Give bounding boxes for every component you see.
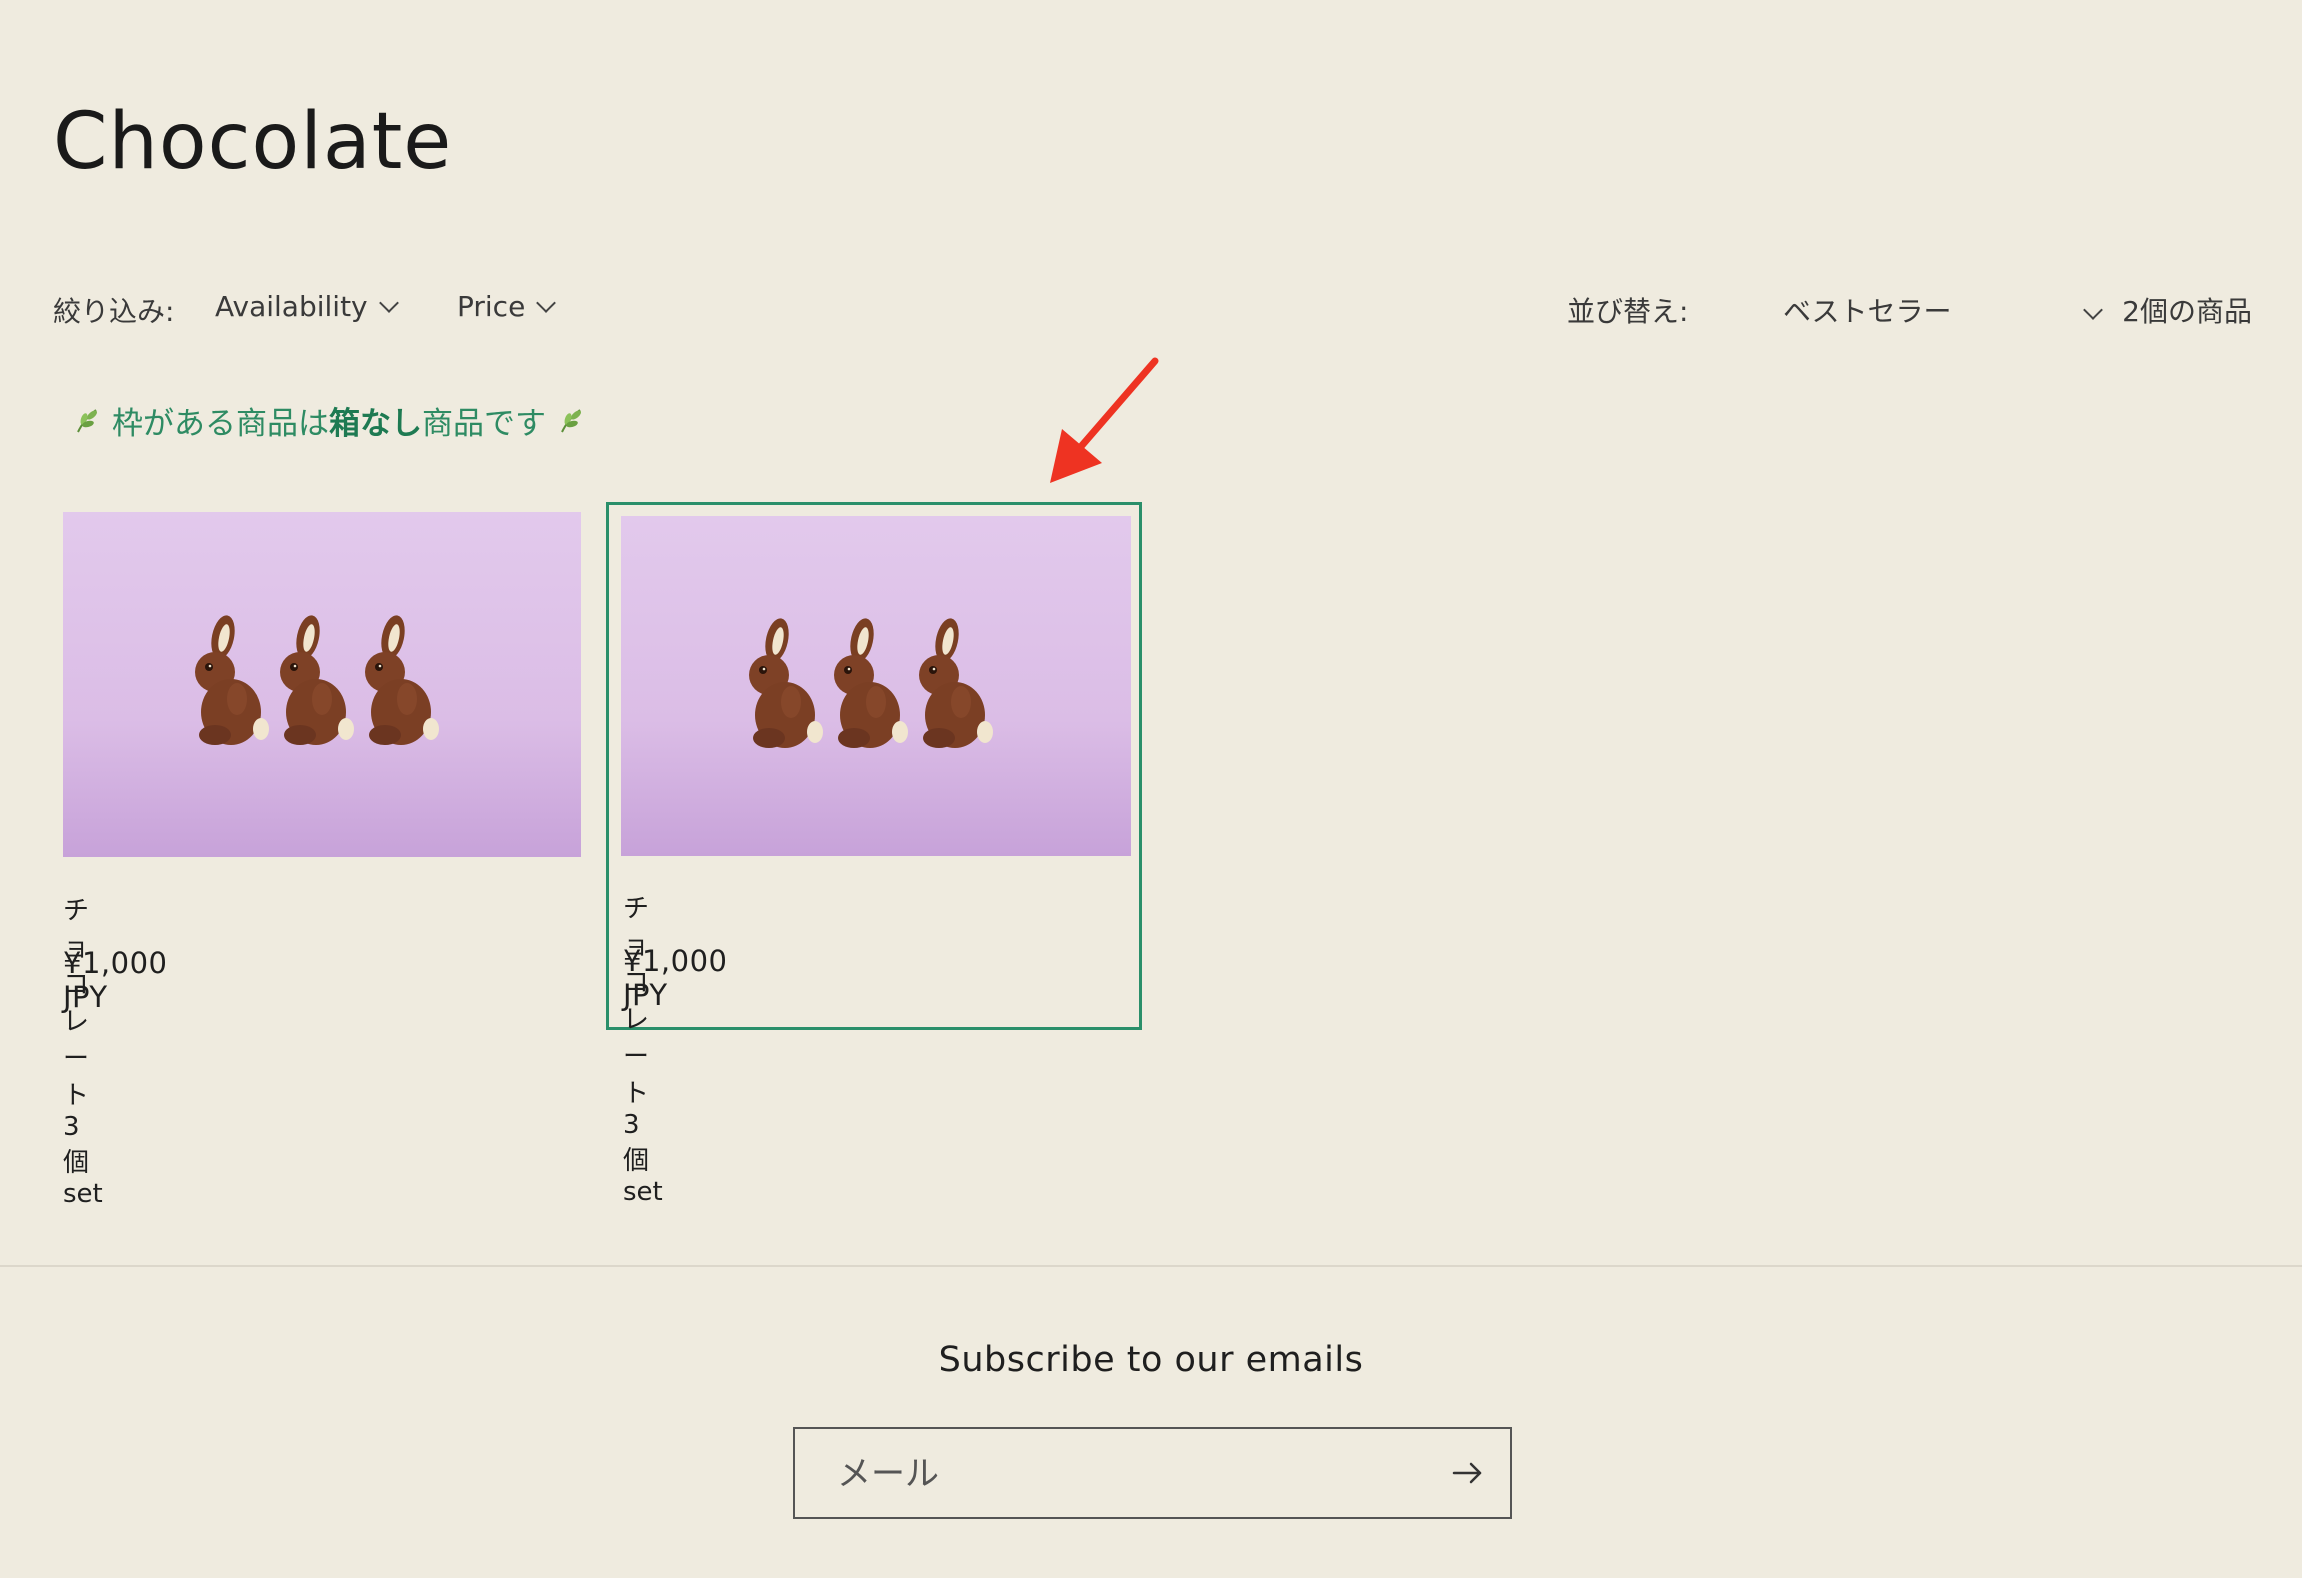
product-image[interactable] (621, 516, 1131, 856)
notice-banner: 枠がある商品は箱なし商品です (72, 398, 586, 443)
leaf-icon (77, 408, 97, 432)
product-price: ¥1,000 JPY (623, 944, 728, 1012)
annotation-arrow-icon (1050, 357, 1159, 483)
sort-select[interactable]: ベストセラー (1729, 290, 2105, 330)
leaf-icon (561, 408, 581, 432)
product-title[interactable]: チョコレート 3個set (63, 890, 103, 1209)
product-count: 2個の商品 (2122, 295, 2252, 328)
page-title: Chocolate (53, 97, 453, 188)
availability-filter-label: Availability (215, 290, 368, 323)
chocolate-bunnies-image (195, 613, 439, 745)
email-form (793, 1427, 1512, 1519)
arrow-right-icon[interactable] (1446, 1451, 1490, 1495)
notice-text: 枠がある商品は箱なし商品です (112, 406, 546, 442)
sort-label: 並び替え: (1567, 295, 1689, 328)
chocolate-bunnies-image (749, 616, 993, 748)
product-price: ¥1,000 JPY (63, 946, 168, 1014)
price-filter-label: Price (457, 290, 526, 323)
chevron-down-icon (2083, 300, 2103, 320)
footer-divider (0, 1265, 2302, 1267)
product-title[interactable]: チョコレート 3個set (623, 888, 663, 1207)
chevron-down-icon (536, 292, 557, 313)
filter-bar: 絞り込み: Availability Price 並び替え: ベストセラー 2個… (53, 290, 2252, 330)
product-image[interactable] (63, 512, 581, 857)
email-input[interactable] (835, 1429, 1399, 1519)
chevron-down-icon (378, 292, 399, 313)
availability-filter[interactable]: Availability (215, 290, 399, 323)
sort-value: ベストセラー (1783, 295, 1952, 328)
filter-label: 絞り込み: (53, 295, 175, 328)
price-filter[interactable]: Price (457, 290, 557, 323)
subscribe-title: Subscribe to our emails (938, 1340, 1364, 1380)
